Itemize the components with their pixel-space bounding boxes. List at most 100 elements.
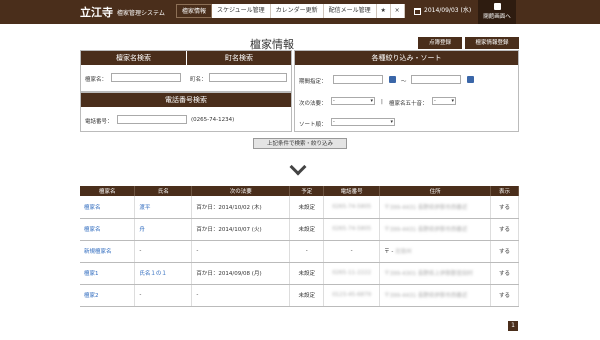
table-row: 檀家名 舟 百か日：2014/10/07 (火) 未設定 0265-74-580…: [80, 218, 519, 241]
col-header-next-event[interactable]: 次の法要: [191, 186, 291, 196]
show-cell: する: [490, 196, 519, 219]
sort-select[interactable]: -: [331, 118, 395, 126]
date-text: 2014/09/03 (水): [424, 7, 472, 14]
show-cell: する: [490, 262, 519, 285]
next-event-select[interactable]: -: [331, 97, 375, 105]
temple-logo[interactable]: 立江寺: [80, 4, 113, 20]
phone-label: 電話番号：: [85, 119, 113, 125]
town-name-input[interactable]: [209, 73, 287, 82]
col-header-plan[interactable]: 予定: [289, 186, 325, 196]
person-link[interactable]: 氏名１の１: [134, 262, 193, 285]
sort-value: -: [333, 119, 335, 125]
period-start-input[interactable]: [333, 75, 383, 84]
danka-link[interactable]: 檀家2: [80, 284, 136, 307]
table-row: 檀家1 氏名１の１ 百か日：2014/09/08 (月) 未設定 0265-11…: [80, 262, 519, 285]
address-text: 長野県伊那市西春近: [417, 204, 468, 211]
address-text: 北信州: [395, 249, 412, 255]
next-event-cell: 百か日：2014/10/07 (火): [191, 218, 291, 241]
col-header-name[interactable]: 氏名: [134, 186, 193, 196]
register-button[interactable]: 点簿登録: [418, 37, 462, 49]
address-zip: 〒399-4431: [384, 227, 417, 233]
address-zip: 〒399-4431: [384, 204, 417, 211]
kana-select[interactable]: -: [432, 97, 456, 105]
danka-register-button[interactable]: 檀家情報登録: [465, 37, 519, 49]
calendar-icon[interactable]: [467, 76, 474, 83]
table-row: 新規檀家名 - - - - 〒 - 北信州 する: [80, 240, 519, 263]
period-tilde: ～: [401, 79, 407, 85]
tab-calendar-update[interactable]: カレンダー更新: [270, 4, 324, 18]
pagination-page-1[interactable]: 1: [508, 321, 518, 331]
close-screen-button[interactable]: 閉館画面へ: [478, 0, 516, 24]
next-event-cell: -: [191, 284, 291, 307]
danka-link[interactable]: 新規檀家名: [80, 240, 136, 263]
name-label: 檀家名：: [85, 77, 108, 83]
next-event-cell: -: [191, 240, 291, 263]
col-header-address[interactable]: 住所: [379, 186, 491, 196]
name-town-search-panel: 檀家名検索 町名検索 檀家名： 町名：: [80, 50, 292, 92]
calendar-icon: [414, 7, 421, 15]
danka-name-input[interactable]: [111, 73, 181, 82]
star-icon[interactable]: ★: [376, 4, 391, 18]
filter-sort-heading: 各種絞り込み・ソート: [295, 51, 518, 65]
address-zip: 〒 -: [384, 249, 394, 255]
results-header-row: 檀家名 氏名 次の法要 予定 電話番号 住所 表示: [80, 186, 519, 196]
system-name: 檀家管理システム: [117, 10, 165, 17]
close-screen-label: 閉館画面へ: [483, 14, 511, 20]
table-row: 檀家2 - - 未設定 0123-45-6879 〒399-4431 長野県伊那…: [80, 284, 519, 307]
plan-cell: 未設定: [289, 196, 325, 219]
address-text: 長野県伊那市西春近: [417, 293, 468, 299]
chevron-down-icon: [289, 158, 307, 176]
phone-cell: 0265-74-5805: [323, 218, 381, 241]
name-search-heading: 檀家名検索: [81, 51, 186, 65]
next-event-cell: 百か日：2014/09/08 (月): [191, 262, 291, 285]
phone-search-panel: 電話番号検索 電話番号： (0265-74-1234): [80, 92, 292, 132]
sort-label: ソート順：: [299, 122, 327, 128]
person-link[interactable]: 舟: [134, 218, 193, 241]
address-zip: 〒399-4431: [384, 293, 417, 299]
next-event-value: -: [333, 98, 335, 104]
phone-cell: 0265-74-5805: [323, 196, 381, 219]
close-icon[interactable]: ×: [390, 4, 405, 18]
danka-link[interactable]: 檀家1: [80, 262, 136, 285]
calendar-icon[interactable]: [389, 76, 396, 83]
address-cell: 〒 - 北信州: [379, 240, 491, 263]
plan-cell: 未設定: [289, 284, 325, 307]
show-cell: する: [490, 218, 519, 241]
col-header-show[interactable]: 表示: [490, 186, 519, 196]
phone-cell: -: [323, 240, 381, 263]
period-label: 期間指定：: [299, 79, 327, 85]
phone-search-heading: 電話番号検索: [81, 93, 291, 107]
col-header-danka[interactable]: 檀家名: [80, 186, 136, 196]
next-event-label: 次の法要：: [299, 101, 327, 107]
danka-link[interactable]: 檀家名: [80, 196, 136, 219]
col-header-phone[interactable]: 電話番号: [323, 186, 381, 196]
phone-cell: 0123-45-6879: [323, 284, 381, 307]
plan-cell: 未設定: [289, 218, 325, 241]
show-cell: する: [490, 240, 519, 263]
town-search-heading: 町名検索: [187, 51, 291, 65]
tab-schedule[interactable]: スケジュール管理: [212, 4, 271, 18]
address-cell: 〒399-4431 長野県伊那市西春近: [379, 218, 491, 241]
current-date: 2014/09/03 (水): [414, 4, 471, 18]
person-cell: -: [134, 240, 193, 263]
phone-input[interactable]: [117, 115, 187, 124]
address-cell: 〒399-4431 長野県伊那市西春近: [379, 196, 491, 219]
person-cell: -: [134, 284, 193, 307]
period-end-input[interactable]: [411, 75, 461, 84]
app-header: 立江寺 檀家管理システム 檀家情報 スケジュール管理 カレンダー更新 配信メール…: [0, 0, 600, 24]
search-submit-button[interactable]: 上記条件で検索・絞り込み: [253, 138, 347, 149]
address-text: 長野県伊那市西春近: [417, 227, 468, 233]
main-nav: 檀家情報 スケジュール管理 カレンダー更新 配信メール管理 ★ ×: [176, 4, 405, 18]
person-link[interactable]: 渡平: [134, 196, 193, 219]
table-row: 檀家名 渡平 百か日：2014/10/02 (木) 未設定 0265-74-58…: [80, 196, 519, 219]
phone-hint: (0265-74-1234): [191, 117, 235, 123]
phone-cell: 0265-11-2222: [323, 262, 381, 285]
plan-cell: 未設定: [289, 262, 325, 285]
town-label: 町名：: [190, 77, 207, 83]
danka-link[interactable]: 檀家名: [80, 218, 136, 241]
tab-danka-info[interactable]: 檀家情報: [176, 4, 213, 18]
address-cell: 〒399-4301 長野県上伊那郡宮田村: [379, 262, 491, 285]
tab-mail-management[interactable]: 配信メール管理: [323, 4, 377, 18]
filter-divider: |: [381, 99, 383, 105]
results-table: 檀家名 氏名 次の法要 予定 電話番号 住所 表示 檀家名 渡平 百か日：201…: [80, 186, 519, 307]
